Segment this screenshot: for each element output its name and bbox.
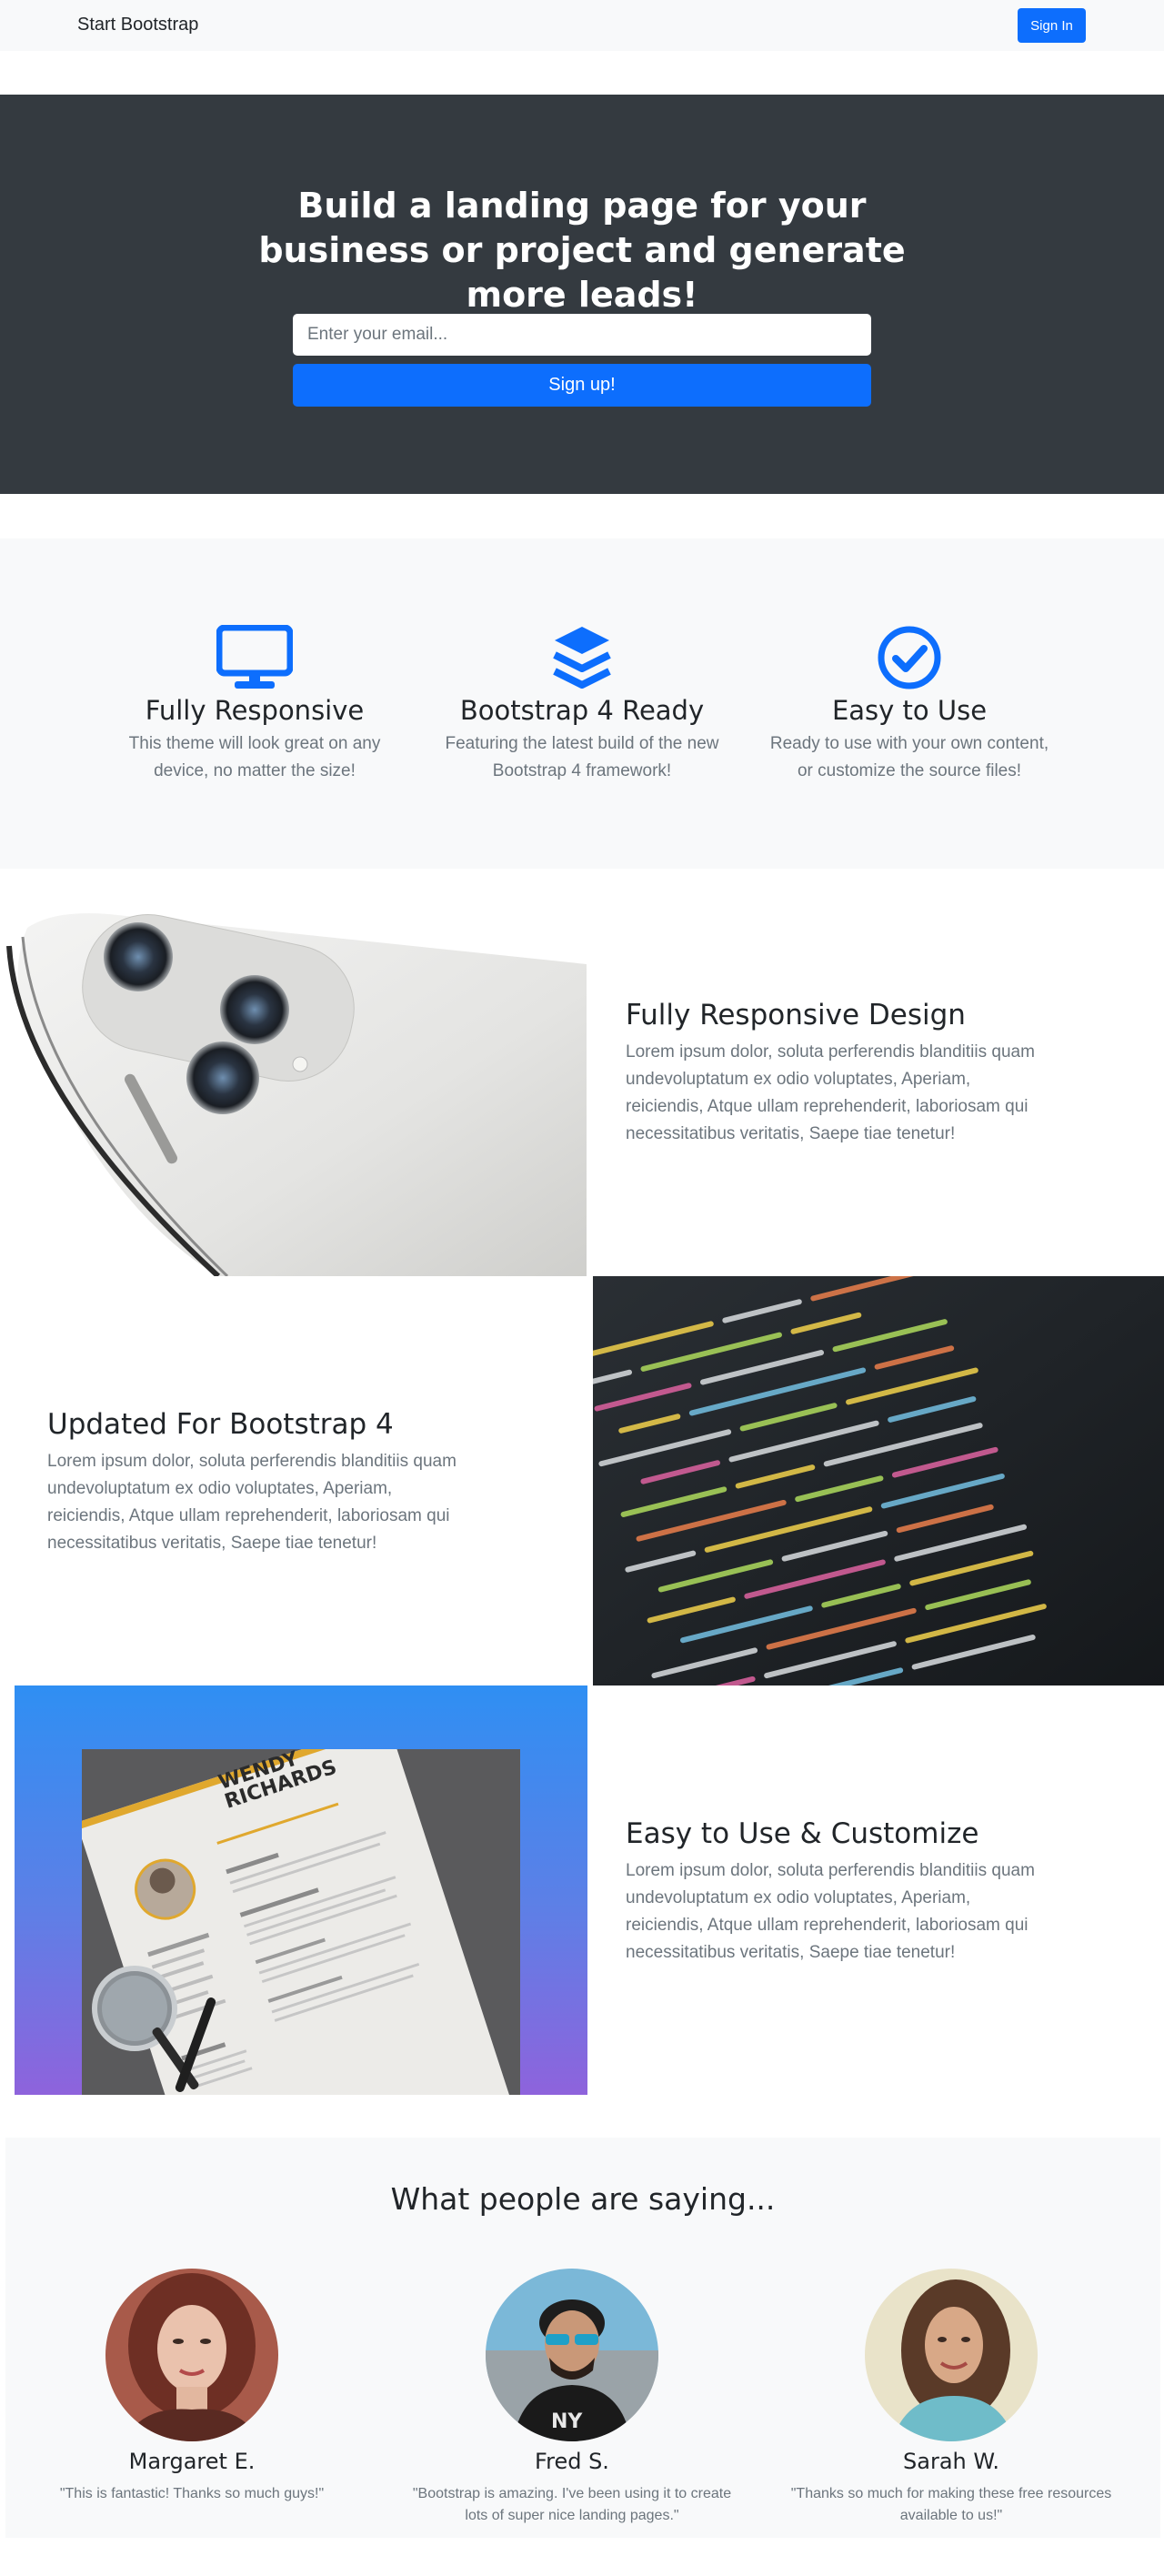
feature-text: This theme will look great on any device… bbox=[128, 734, 381, 780]
feature-title: Fully Responsive bbox=[145, 695, 365, 726]
resume-photo: WENDY RICHARDS bbox=[15, 1685, 587, 2095]
testimonial-name: Sarah W. bbox=[903, 2449, 999, 2474]
testimonial-name: Margaret E. bbox=[128, 2449, 256, 2474]
brand-link[interactable]: Start Bootstrap bbox=[77, 15, 198, 35]
testimonial-quote: "Thanks so much for making these free re… bbox=[790, 2486, 1112, 2523]
resume-backdrop: WENDY RICHARDS bbox=[76, 1721, 520, 2095]
testimonials-section: What people are saying... Margaret E. "T… bbox=[5, 2138, 1160, 2538]
email-input[interactable] bbox=[293, 314, 871, 356]
feature-responsive: Fully Responsive This theme will look gr… bbox=[109, 625, 400, 785]
testimonial-sarah: Sarah W. "Thanks so much for making thes… bbox=[769, 2269, 1133, 2527]
feature-text: Featuring the latest build of the new Bo… bbox=[445, 734, 719, 780]
layers-icon bbox=[553, 627, 611, 689]
testimonial-quote: "This is fantastic! Thanks so much guys!… bbox=[59, 2486, 325, 2501]
showcase-text: Lorem ipsum dolor, soluta perferendis bl… bbox=[47, 1452, 457, 1553]
showcase-title: Fully Responsive Design bbox=[626, 999, 966, 1031]
avatar: NY bbox=[486, 2269, 658, 2441]
avatar bbox=[865, 2269, 1038, 2441]
feature-text: Ready to use with your own content, or c… bbox=[769, 734, 1049, 780]
showcase-title: Updated For Bootstrap 4 bbox=[47, 1408, 394, 1441]
svg-text:NY: NY bbox=[551, 2410, 583, 2433]
feature-title: Easy to Use bbox=[831, 695, 988, 726]
feature-bootstrap: Bootstrap 4 Ready Featuring the latest b… bbox=[436, 625, 728, 785]
showcase-text: Lorem ipsum dolor, soluta perferendis bl… bbox=[626, 1042, 1035, 1143]
code-photo bbox=[593, 1276, 1164, 1685]
showcase-title: Easy to Use & Customize bbox=[626, 1817, 979, 1850]
feature-easy: Easy to Use Ready to use with your own c… bbox=[764, 625, 1055, 785]
features-section: Fully Responsive This theme will look gr… bbox=[0, 538, 1164, 869]
sign-in-button[interactable]: Sign In bbox=[1018, 8, 1086, 43]
showcase-text: Lorem ipsum dolor, soluta perferendis bl… bbox=[626, 1861, 1035, 1962]
testimonial-name: Fred S. bbox=[535, 2449, 609, 2474]
hero-section: Build a landing page for your business o… bbox=[0, 95, 1164, 494]
feature-title: Bootstrap 4 Ready bbox=[459, 695, 705, 726]
desktop-icon bbox=[216, 625, 293, 689]
testimonials-title: What people are saying... bbox=[390, 2181, 776, 2217]
testimonial-fred: NY Fred S. "Bootstrap is amazing. I've b… bbox=[390, 2269, 754, 2527]
testimonial-margaret: Margaret E. "This is fantastic! Thanks s… bbox=[10, 2269, 374, 2505]
hero-title: Build a landing page for your business o… bbox=[258, 186, 906, 315]
phone-photo bbox=[0, 910, 587, 1276]
navbar: Start Bootstrap Sign In bbox=[0, 0, 1164, 51]
testimonial-quote: "Bootstrap is amazing. I've been using i… bbox=[412, 2486, 732, 2523]
sign-up-button[interactable]: Sign up! bbox=[293, 364, 871, 407]
check-circle-icon bbox=[878, 626, 941, 689]
avatar bbox=[105, 2269, 278, 2441]
